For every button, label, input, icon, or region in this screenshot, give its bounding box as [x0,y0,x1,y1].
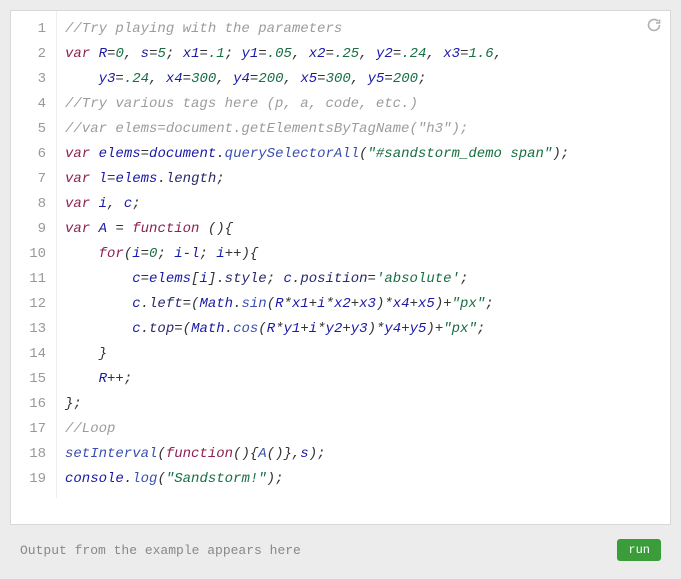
line-number: 10 [15,242,46,267]
line-number: 5 [15,117,46,142]
refresh-icon[interactable] [646,17,662,33]
code-editor[interactable]: 12345678910111213141516171819 //Try play… [10,10,671,525]
line-gutter: 12345678910111213141516171819 [11,11,57,498]
code-line[interactable]: console.log("Sandstorm!"); [65,467,662,492]
line-number: 12 [15,292,46,317]
code-line[interactable]: //var elems=document.getElementsByTagNam… [65,117,662,142]
code-line[interactable]: //Try playing with the parameters [65,17,662,42]
line-number: 3 [15,67,46,92]
code-line[interactable]: }; [65,392,662,417]
code-line[interactable]: y3=.24, x4=300, y4=200, x5=300, y5=200; [65,67,662,92]
code-line[interactable]: var R=0, s=5; x1=.1; y1=.05, x2=.25, y2=… [65,42,662,67]
line-number: 4 [15,92,46,117]
line-number: 16 [15,392,46,417]
code-line[interactable]: //Try various tags here (p, a, code, etc… [65,92,662,117]
line-number: 9 [15,217,46,242]
code-playground: 12345678910111213141516171819 //Try play… [10,10,671,569]
code-line[interactable]: c.left=(Math.sin(R*x1+i*x2+x3)*x4+x5)+"p… [65,292,662,317]
code-line[interactable]: var l=elems.length; [65,167,662,192]
line-number: 15 [15,367,46,392]
code-line[interactable]: } [65,342,662,367]
code-line[interactable]: var i, c; [65,192,662,217]
line-number: 8 [15,192,46,217]
code-line[interactable]: //Loop [65,417,662,442]
line-number: 14 [15,342,46,367]
line-number: 1 [15,17,46,42]
code-line[interactable]: for(i=0; i-l; i++){ [65,242,662,267]
line-number: 18 [15,442,46,467]
line-number: 17 [15,417,46,442]
output-bar: Output from the example appears here run [10,531,671,569]
line-number: 2 [15,42,46,67]
line-number: 19 [15,467,46,492]
line-number: 13 [15,317,46,342]
code-area: 12345678910111213141516171819 //Try play… [11,11,670,498]
run-button[interactable]: run [617,539,661,561]
code-line[interactable]: c.top=(Math.cos(R*y1+i*y2+y3)*y4+y5)+"px… [65,317,662,342]
code-line[interactable]: var A = function (){ [65,217,662,242]
line-number: 11 [15,267,46,292]
output-placeholder: Output from the example appears here [20,543,301,558]
line-number: 6 [15,142,46,167]
code-lines[interactable]: //Try playing with the parametersvar R=0… [57,11,670,498]
code-line[interactable]: R++; [65,367,662,392]
code-line[interactable]: var elems=document.querySelectorAll("#sa… [65,142,662,167]
code-line[interactable]: c=elems[i].style; c.position='absolute'; [65,267,662,292]
line-number: 7 [15,167,46,192]
code-line[interactable]: setInterval(function(){A()},s); [65,442,662,467]
